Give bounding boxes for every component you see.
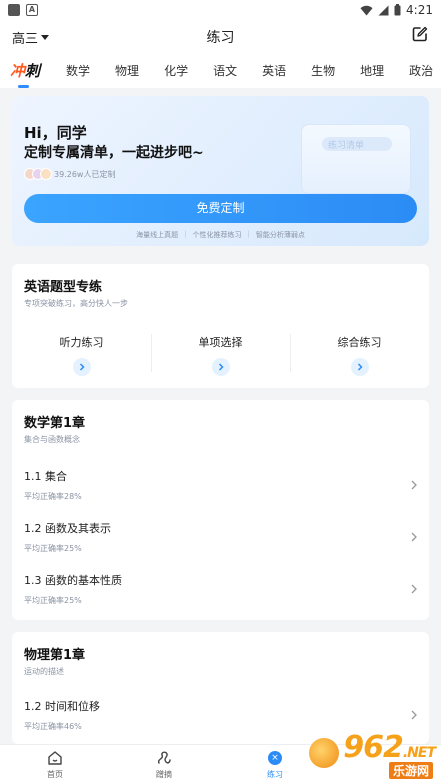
tab-english[interactable]: 英语	[262, 62, 286, 79]
page-title: 练习	[206, 30, 235, 46]
signal-icon	[378, 5, 389, 15]
single-choice-label: 单项选择	[198, 336, 243, 349]
comprehensive-practice-item[interactable]: 综合练习	[290, 334, 429, 376]
tab-sprint[interactable]: 冲刺	[10, 60, 40, 88]
app-notification-icon	[8, 4, 20, 16]
customized-count: 39.26w人已定制	[24, 168, 115, 180]
physics-card-title: 物理第1章	[24, 648, 86, 663]
nav-practice[interactable]: × 练习	[245, 749, 305, 780]
english-card-title: 英语题型专练	[24, 280, 103, 295]
site-watermark: 962.NET 乐游网	[309, 730, 437, 780]
list-item[interactable]: 1.2 函数及其表示 平均正确率25%	[24, 520, 417, 564]
physics-chapter-card: 物理第1章 运动的描述 1.2 时间和位移 平均正确率46%	[12, 632, 429, 744]
squiggle-icon	[157, 751, 171, 764]
nav-draft-label: 蹭摘	[156, 770, 172, 779]
tab-politics[interactable]: 政治	[409, 62, 433, 79]
chevron-right-icon	[350, 358, 369, 376]
practice-icon: ×	[268, 750, 282, 765]
feature-tag: 海量线上真题	[136, 231, 179, 239]
wifi-icon	[360, 5, 373, 15]
accuracy-rate: 平均正确率25%	[24, 544, 82, 553]
math-chapter-card: 数学第1章 集合与函数概念 1.1 集合 平均正确率28% 1.2 函数及其表示…	[12, 400, 429, 620]
comprehensive-label: 综合练习	[337, 336, 382, 349]
list-item[interactable]: 1.3 函数的基本性质 平均正确率25%	[24, 572, 417, 616]
accuracy-rate: 平均正确率28%	[24, 492, 82, 501]
section-name: 1.2 时间和位移	[24, 700, 100, 713]
edit-icon[interactable]	[412, 26, 428, 42]
listening-label: 听力练习	[59, 336, 104, 349]
hero-greeting: Hi，同学	[24, 124, 87, 142]
tab-math[interactable]: 数学	[66, 62, 90, 79]
tab-geography[interactable]: 地理	[360, 62, 384, 79]
banner-illustration: 练习清单	[301, 124, 411, 194]
hero-feature-tags: 海量线上真题 | 个性化推荐练习 | 智能分析薄弱点	[12, 230, 429, 240]
section-name: 1.2 函数及其表示	[24, 522, 111, 535]
a-notification-icon: A	[26, 4, 38, 16]
tab-biology[interactable]: 生物	[311, 62, 335, 79]
accuracy-rate: 平均正确率25%	[24, 596, 82, 605]
customize-banner: 练习清单 Hi，同学 定制专属清单，一起进步吧~ 39.26w人已定制 免费定制…	[12, 96, 429, 246]
english-card-subtitle: 专项突破练习，高分快人一步	[24, 299, 128, 308]
tab-chemistry[interactable]: 化学	[164, 62, 188, 79]
chevron-right-icon	[411, 532, 417, 542]
customized-count-text: 39.26w人已定制	[54, 169, 116, 179]
watermark-logo-icon	[309, 738, 339, 768]
chevron-right-icon	[211, 358, 230, 376]
list-item[interactable]: 1.1 集合 平均正确率28%	[24, 468, 417, 512]
hero-subtitle: 定制专属清单，一起进步吧~	[24, 145, 204, 161]
nav-draft[interactable]: 蹭摘	[134, 749, 194, 780]
nav-home[interactable]: 首页	[25, 749, 85, 780]
divider: |	[247, 230, 250, 238]
status-bar: A 4:21	[0, 0, 441, 20]
chevron-right-icon	[72, 358, 91, 376]
divider: |	[184, 230, 187, 238]
tab-chinese[interactable]: 语文	[213, 62, 237, 79]
single-choice-item[interactable]: 单项选择	[151, 334, 290, 376]
chevron-right-icon	[411, 480, 417, 490]
feature-tag: 智能分析薄弱点	[255, 231, 305, 239]
chevron-right-icon	[411, 584, 417, 594]
nav-home-label: 首页	[47, 770, 63, 779]
section-name: 1.1 集合	[24, 470, 67, 483]
avatar	[40, 168, 52, 180]
math-card-subtitle: 集合与函数概念	[24, 435, 80, 444]
subject-tabs: 冲刺 数学 物理 化学 语文 英语 生物 地理 政治 历史	[0, 52, 441, 88]
banner-illustration-label: 练习清单	[328, 141, 365, 151]
watermark-number: 962.NET	[343, 730, 436, 765]
top-bar: 高三 练习	[0, 20, 441, 52]
status-time: 4:21	[406, 3, 433, 17]
free-customize-button[interactable]: 免费定制	[24, 194, 417, 223]
math-card-title: 数学第1章	[24, 416, 86, 431]
home-icon	[48, 750, 62, 765]
battery-icon	[394, 4, 401, 16]
avatar-group	[24, 168, 52, 180]
english-practice-card: 英语题型专练 专项突破练习，高分快人一步 听力练习 单项选择 综合练习	[12, 264, 429, 388]
feature-tag: 个性化推荐练习	[192, 231, 242, 239]
nav-practice-label: 练习	[267, 770, 283, 779]
watermark-site-name: 乐游网	[388, 762, 433, 779]
tab-physics[interactable]: 物理	[115, 62, 139, 79]
listening-practice-item[interactable]: 听力练习	[12, 334, 151, 376]
physics-card-subtitle: 运动的描述	[24, 667, 64, 676]
chevron-right-icon	[411, 710, 417, 720]
section-name: 1.3 函数的基本性质	[24, 574, 122, 587]
